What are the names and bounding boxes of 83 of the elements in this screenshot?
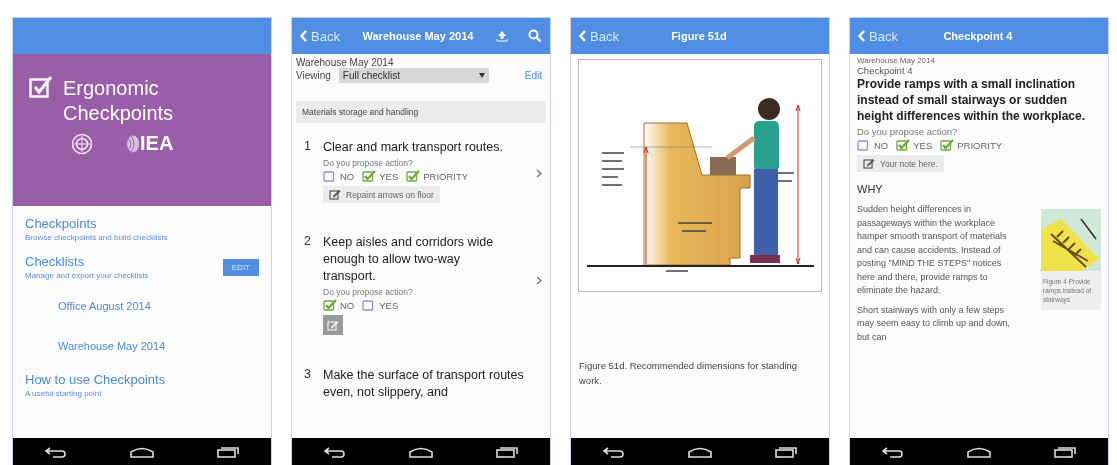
item-number: 3: [304, 367, 312, 383]
section-header: Materials storage and handling: [296, 101, 546, 123]
note-button[interactable]: Repaint arrows on floor: [323, 186, 440, 203]
checklist-name: Warehouse May 2014: [296, 57, 395, 68]
checkpoint-heading: Provide ramps with a small inclination instead of small stairways or sudden height differences within the workplace.: [857, 76, 1087, 124]
body-paragraph: Short stairways with only a few steps may seem easy to climb up and down, but can: [857, 303, 1012, 344]
section-heading: WHY: [857, 183, 884, 195]
checkbox[interactable]: [362, 170, 377, 182]
checkbox[interactable]: [896, 139, 911, 151]
menu-item[interactable]: Checkpoints: [25, 216, 259, 231]
edit-note-icon: [329, 189, 341, 200]
checkbox-label: PRIORITY: [957, 139, 1003, 151]
back-button[interactable]: Back: [579, 28, 619, 44]
menu-item-subtitle: A useful starting point: [25, 389, 103, 398]
search-icon[interactable]: [528, 29, 542, 43]
checkbox-label: YES: [379, 170, 399, 182]
menu-item-subtitle: Manage and export your checklists: [25, 271, 150, 280]
question-text: Do you propose action?: [857, 126, 959, 137]
checkpoint-text[interactable]: Clear and mark transport routes.: [323, 139, 508, 156]
screen-title: Figure 51d: [670, 30, 728, 42]
question-text: Do you propose action?: [323, 158, 414, 168]
question-text: Do you propose action?: [323, 287, 414, 297]
ramp-illustration: [1041, 209, 1101, 271]
back-icon[interactable]: [44, 445, 67, 458]
body-paragraph: Sudden height differences in passageways within the workplace hamper smooth transport of materials and can cause accidents. Instead of posting "MIND THE STEPS" notices here and there, provide ramps to eliminate the hazard.: [857, 203, 1008, 297]
checklist-item[interactable]: Office August 2014: [25, 286, 259, 326]
back-button[interactable]: Back: [300, 28, 340, 44]
checklist-name: Warehouse May 2014: [857, 56, 936, 65]
globe-logo-icon: [125, 134, 139, 153]
checkpoint-label: Checkpoint 4: [857, 65, 914, 76]
home-icon[interactable]: [967, 445, 991, 458]
recent-apps-icon[interactable]: [775, 445, 798, 458]
logo-text: IEA: [140, 132, 174, 155]
viewing-label: Viewing: [296, 70, 331, 81]
checkpoint-text[interactable]: Make the surface of transport routes even, not slippery, and: [323, 367, 524, 401]
upload-icon[interactable]: [496, 30, 508, 42]
chevron-left-icon: [579, 30, 587, 42]
checklist-item[interactable]: Warehouse May 2014: [25, 326, 259, 366]
checkpoint-text[interactable]: Keep aisles and corridors wide enough to allow two-way transport.: [323, 234, 508, 285]
recent-apps-icon[interactable]: [496, 445, 519, 458]
back-icon[interactable]: [602, 445, 625, 458]
home-icon[interactable]: [688, 445, 712, 458]
item-number: 2: [304, 234, 312, 250]
note-button[interactable]: [323, 315, 343, 335]
figure-caption: Figure 51d. Recommended dimensions for standing work.: [579, 359, 799, 388]
edit-button[interactable]: EDIT: [222, 258, 259, 276]
menu-item[interactable]: How to use Checkpoints: [25, 372, 259, 387]
checkbox[interactable]: [857, 139, 871, 151]
chevron-icon[interactable]: [536, 276, 542, 285]
edit-link[interactable]: Edit: [524, 70, 546, 81]
home-icon[interactable]: [130, 445, 154, 458]
edit-note-icon: [327, 319, 339, 331]
item-number: 1: [304, 139, 312, 155]
emblem-logo-icon: [71, 132, 93, 155]
back-icon[interactable]: [881, 445, 904, 458]
view-dropdown[interactable]: Full checklist: [338, 68, 489, 83]
menu-item[interactable]: Checklists: [25, 254, 223, 269]
checkbox[interactable]: [406, 170, 421, 182]
app-title: Ergonomic Checkpoints: [63, 76, 175, 126]
checkbox[interactable]: [323, 170, 337, 182]
note-button[interactable]: Your note here.: [857, 155, 944, 172]
checkbox-logo-icon: [29, 76, 53, 100]
checkbox[interactable]: [940, 139, 955, 151]
checkbox-label: NO: [340, 170, 355, 182]
chevron-icon[interactable]: [536, 169, 542, 178]
chevron-left-icon: [300, 30, 308, 42]
checkbox-label: NO: [874, 139, 889, 151]
chevron-left-icon: [858, 30, 866, 42]
checkbox-label: YES: [379, 299, 399, 311]
recent-apps-icon[interactable]: [217, 445, 240, 458]
menu-item-subtitle: Browse checkpoints and build checklists: [25, 233, 169, 242]
back-icon[interactable]: [323, 445, 346, 458]
edit-note-icon: [863, 158, 875, 169]
dropdown-arrow-icon: [478, 73, 485, 78]
checkbox-label: PRIORITY: [423, 170, 469, 182]
checkbox-label: NO: [340, 299, 355, 311]
checkbox[interactable]: [323, 299, 337, 311]
home-icon[interactable]: [409, 445, 433, 458]
screen-title: Warehouse May 2014: [361, 30, 475, 42]
checkbox-label: YES: [913, 139, 933, 151]
screen-title: Checkpoint 4: [942, 30, 1014, 42]
back-button[interactable]: Back: [858, 28, 898, 44]
recent-apps-icon[interactable]: [1054, 445, 1077, 458]
